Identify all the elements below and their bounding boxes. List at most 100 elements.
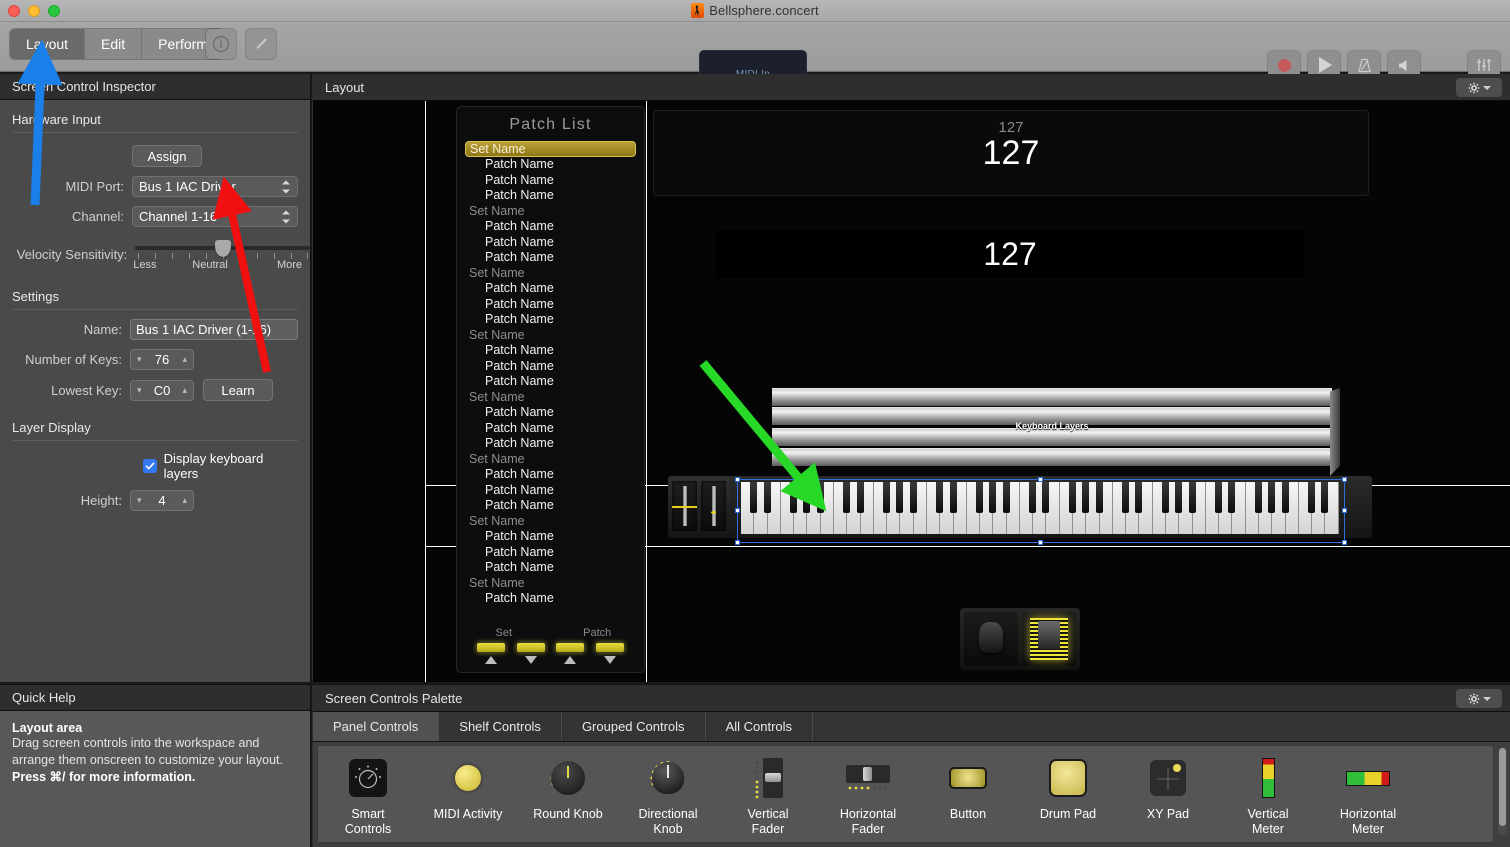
patch-list-patch-row[interactable]: Patch Name	[465, 529, 636, 545]
piano-white-key[interactable]	[833, 482, 851, 534]
piano-black-key[interactable]	[1135, 482, 1143, 513]
patch-list-set-row[interactable]: Set Name	[465, 390, 636, 406]
midi-port-popup[interactable]: Bus 1 IAC Driver	[132, 176, 298, 197]
piano-white-key[interactable]	[1298, 482, 1316, 534]
patch-list-patch-row[interactable]: Patch Name	[465, 545, 636, 561]
patch-list-patch-row[interactable]: Patch Name	[465, 483, 636, 499]
piano-black-key[interactable]	[1254, 482, 1262, 513]
tab-panel-controls[interactable]: Panel Controls	[313, 712, 440, 741]
patch-list-patch-row[interactable]: Patch Name	[465, 250, 636, 266]
palette-item-vertical-fader[interactable]: Vertical Fader	[718, 755, 818, 837]
tab-all-controls[interactable]: All Controls	[705, 712, 814, 741]
mod-wheel[interactable]	[701, 481, 726, 531]
piano-white-key[interactable]	[966, 482, 984, 534]
patch-list-set-row[interactable]: Set Name	[465, 452, 636, 468]
patch-list-patch-row[interactable]: Patch Name	[465, 343, 636, 359]
learn-button[interactable]: Learn	[203, 379, 273, 401]
piano-black-key[interactable]	[856, 482, 864, 513]
keyboard-layers-display[interactable]: Keyboard Layers	[772, 388, 1340, 476]
palette-settings-menu[interactable]	[1456, 689, 1502, 708]
piano-black-key[interactable]	[1281, 482, 1289, 513]
patch-list-patch-row[interactable]: Patch Name	[465, 405, 636, 421]
name-field[interactable]: Bus 1 IAC Driver (1-16)	[130, 319, 298, 340]
piano-black-key[interactable]	[1228, 482, 1236, 513]
set-next-led[interactable]	[515, 642, 546, 653]
patch-list-patch-row[interactable]: Patch Name	[465, 219, 636, 235]
triangle-down-icon[interactable]	[524, 656, 537, 664]
parameter-text-display[interactable]: 127 127	[653, 110, 1369, 196]
piano-black-key[interactable]	[976, 482, 984, 513]
lowest-key-stepper[interactable]: ▾ C0 ▴	[130, 379, 194, 401]
piano-black-key[interactable]	[909, 482, 917, 513]
patch-list-patch-row[interactable]: Patch Name	[465, 359, 636, 375]
patch-list-patch-row[interactable]: Patch Name	[465, 374, 636, 390]
tab-grouped-controls[interactable]: Grouped Controls	[561, 712, 706, 741]
patch-list-patch-row[interactable]: Patch Name	[465, 235, 636, 251]
palette-item-directional-knob[interactable]: Directional Knob	[618, 755, 718, 837]
number-of-keys-stepper[interactable]: ▾ 76 ▴	[130, 349, 194, 370]
palette-item-vertical-meter[interactable]: Vertical Meter	[1218, 755, 1318, 837]
patch-list-patch-row[interactable]: Patch Name	[465, 188, 636, 204]
patch-list-patch-row[interactable]: Patch Name	[465, 591, 636, 607]
info-button[interactable]	[206, 29, 236, 59]
layout-workspace[interactable]: Patch List Set Name Patch Name Patch Name P…	[313, 101, 1510, 682]
piano-white-key[interactable]	[741, 482, 758, 534]
patch-list-patch-row[interactable]: Patch Name	[465, 281, 636, 297]
patch-list-patch-row[interactable]: Patch Name	[465, 173, 636, 189]
piano-black-key[interactable]	[1029, 482, 1037, 513]
piano-black-key[interactable]	[936, 482, 944, 513]
piano-black-key[interactable]	[1002, 482, 1010, 513]
piano-black-key[interactable]	[750, 482, 758, 513]
patch-next-led[interactable]	[595, 642, 626, 653]
piano-black-key[interactable]	[1082, 482, 1090, 513]
piano-black-key[interactable]	[1321, 482, 1329, 513]
layout-settings-menu[interactable]	[1456, 78, 1502, 97]
patch-list-set-row[interactable]: Set Name	[465, 328, 636, 344]
piano-white-key[interactable]	[1019, 482, 1037, 534]
piano-black-key[interactable]	[1042, 482, 1050, 513]
patch-list-patch-row[interactable]: Patch Name	[465, 436, 636, 452]
triangle-up-icon[interactable]	[484, 656, 497, 664]
patch-list-control[interactable]: Patch List Set Name Patch Name Patch Name P…	[456, 106, 645, 673]
triangle-down-icon[interactable]	[604, 656, 617, 664]
patch-list-patch-row[interactable]: Patch Name	[465, 297, 636, 313]
slider-thumb[interactable]	[215, 240, 232, 257]
pitch-wheel[interactable]	[672, 481, 697, 531]
pitch-mod-wheels[interactable]	[668, 476, 730, 536]
palette-item-xy-pad[interactable]: XY Pad	[1118, 755, 1218, 822]
piano-black-key[interactable]	[843, 482, 851, 513]
sustain-pedal-icon[interactable]	[964, 612, 1018, 666]
piano-black-key[interactable]	[1122, 482, 1130, 513]
mode-button-layout[interactable]: Layout	[10, 29, 86, 59]
piano-black-key[interactable]	[883, 482, 891, 513]
piano-black-key[interactable]	[989, 482, 997, 513]
piano-black-key[interactable]	[1188, 482, 1196, 513]
patch-list-patch-row[interactable]: Patch Name	[465, 157, 636, 173]
palette-item-round-knob[interactable]: Round Knob	[518, 755, 618, 822]
velocity-sensitivity-slider[interactable]: Less Neutral More	[133, 237, 311, 271]
patch-list-set-row[interactable]: Set Name	[465, 204, 636, 220]
patch-list-patch-row[interactable]: Patch Name	[465, 498, 636, 514]
lcd-text-display[interactable]: 127	[716, 230, 1304, 278]
piano-white-key[interactable]	[780, 482, 798, 534]
patch-list-set-row[interactable]: Set Name	[465, 266, 636, 282]
chevron-up-icon[interactable]: ▴	[182, 496, 187, 505]
palette-item-midi-activity[interactable]: MIDI Activity	[418, 755, 518, 822]
pen-tool-button[interactable]	[246, 29, 276, 59]
palette-item-drum-pad[interactable]: Drum Pad	[1018, 755, 1118, 822]
piano-black-key[interactable]	[1308, 482, 1316, 513]
piano-black-key[interactable]	[1215, 482, 1223, 513]
palette-item-horizontal-meter[interactable]: Horizontal Meter	[1318, 755, 1418, 837]
palette-item-button[interactable]: Button	[918, 755, 1018, 822]
piano-white-key[interactable]	[873, 482, 891, 534]
mode-button-edit[interactable]: Edit	[85, 29, 143, 59]
piano-white-key[interactable]	[1152, 482, 1169, 534]
piano-white-key[interactable]	[1059, 482, 1077, 534]
piano-black-key[interactable]	[816, 482, 824, 513]
channel-popup[interactable]: Channel 1-16	[132, 206, 298, 227]
piano-black-key[interactable]	[803, 482, 811, 513]
piano-black-key[interactable]	[1175, 482, 1183, 513]
chevron-up-icon[interactable]: ▴	[182, 355, 187, 364]
piano-black-key[interactable]	[1069, 482, 1077, 513]
foot-switch-pedal-icon[interactable]	[1022, 612, 1076, 666]
